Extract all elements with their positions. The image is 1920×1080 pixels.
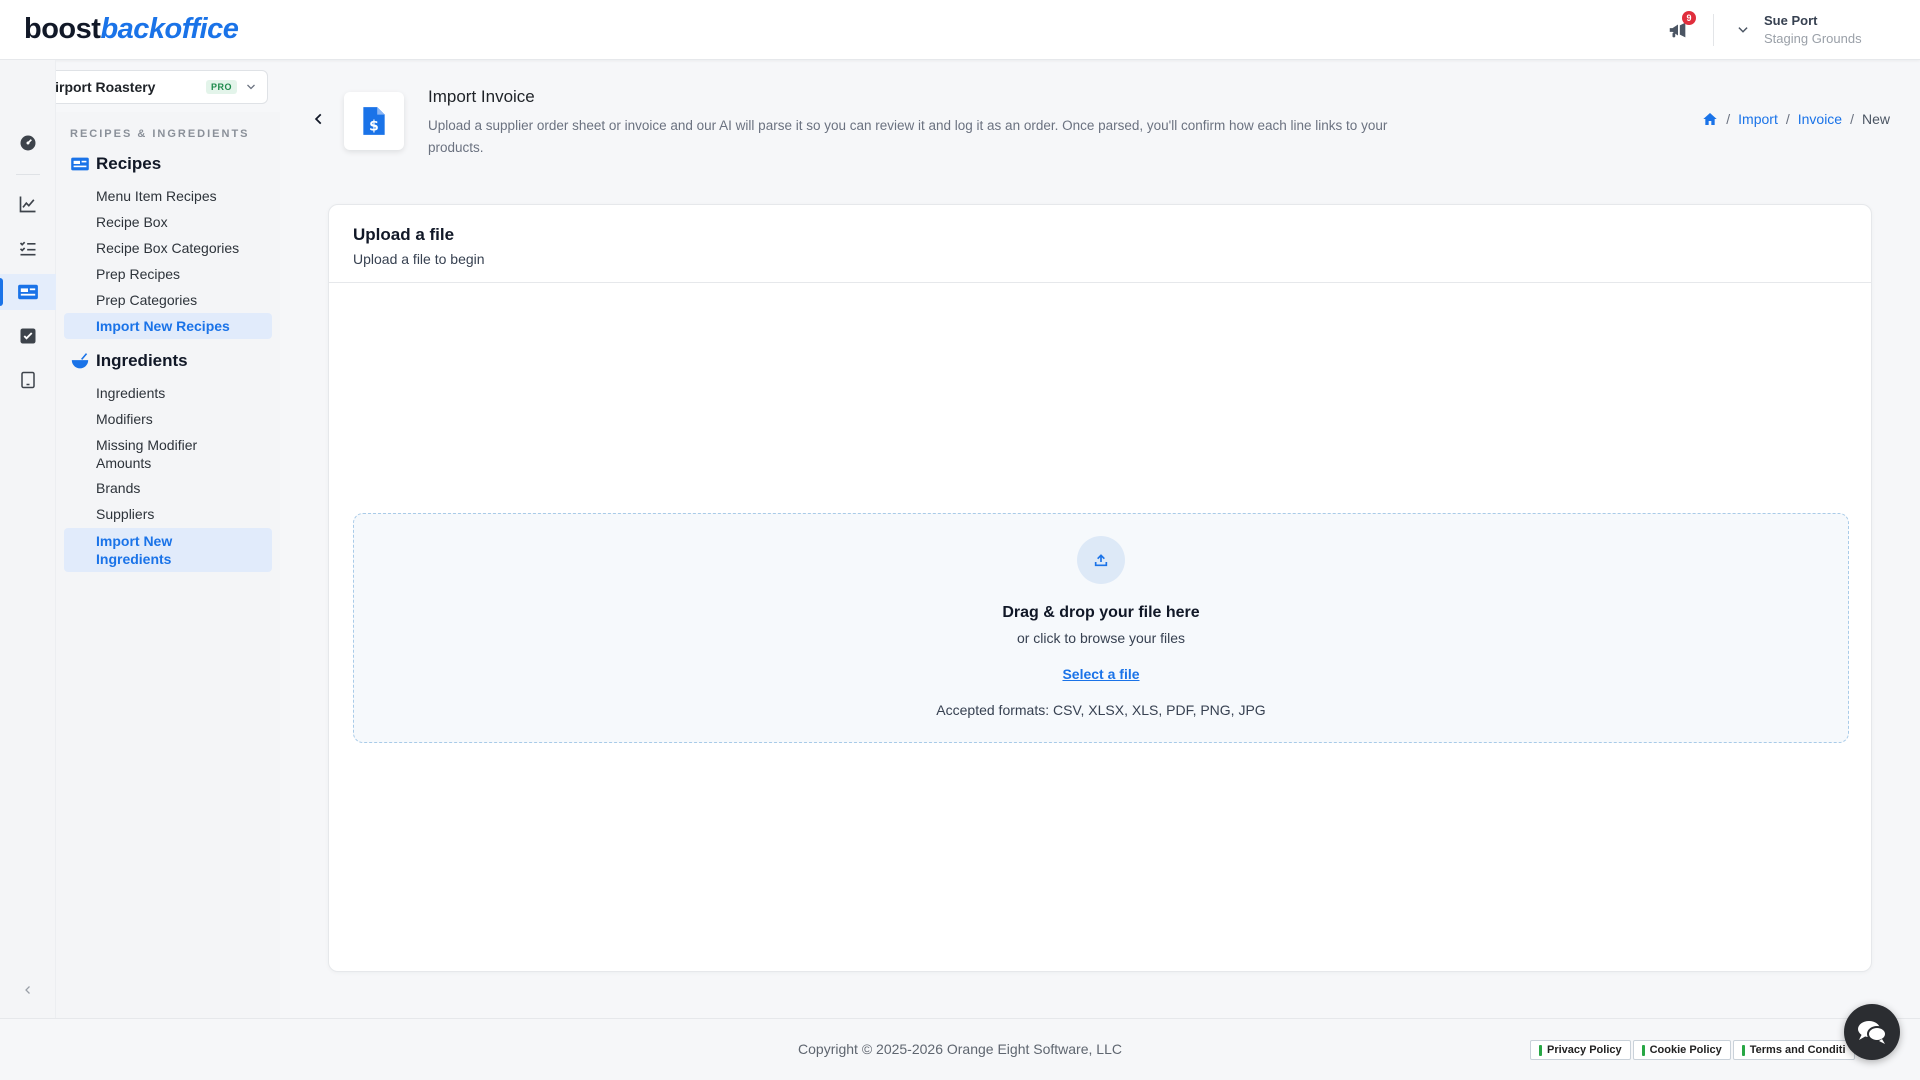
page-description: Upload a supplier order sheet or invoice… xyxy=(428,118,1388,155)
sidebar-item-prep-categories[interactable]: Prep Categories xyxy=(64,291,272,309)
dropzone-subtitle: or click to browse your files xyxy=(1016,630,1186,646)
rail-recipes[interactable] xyxy=(0,274,56,310)
section-heading: RECIPES & INGREDIENTS xyxy=(70,128,250,140)
sub-sidebar: RECIPES & INGREDIENTS Recipes Menu Item … xyxy=(56,112,280,1018)
logo-dark-text: boost xyxy=(24,13,101,45)
rail-devices[interactable] xyxy=(0,362,56,398)
card-title: Upload a file xyxy=(353,225,455,244)
recipes-card-icon xyxy=(71,157,89,171)
svg-text:$: $ xyxy=(369,119,379,135)
chevron-down-icon xyxy=(247,84,255,90)
card-subtitle: Upload a file to begin xyxy=(353,251,485,267)
file-dropzone[interactable]: Drag & drop your file here or click to b… xyxy=(353,513,1849,743)
icon-rail xyxy=(0,60,56,1018)
rail-dashboard[interactable] xyxy=(0,125,56,161)
recipes-card-icon xyxy=(18,284,38,300)
divider xyxy=(1713,13,1714,46)
logo[interactable]: boost backoffice xyxy=(24,13,239,46)
ingredients-title: Ingredients xyxy=(96,351,188,370)
select-file-link[interactable]: Select a file xyxy=(1062,666,1139,682)
checkbox-icon xyxy=(20,328,36,344)
logo-blue-text: backoffice xyxy=(100,13,239,45)
upload-card: Upload a file Upload a file to begin Dra… xyxy=(328,204,1872,972)
terms-button[interactable]: Terms and Conditi xyxy=(1732,1040,1855,1060)
bowl-icon xyxy=(71,353,89,369)
page-title: Import Invoice xyxy=(428,87,535,106)
rail-reports[interactable] xyxy=(0,186,56,222)
breadcrumb-current: New xyxy=(1861,111,1890,127)
sidebar-item-suppliers[interactable]: Suppliers xyxy=(64,505,272,523)
pro-badge: PRO xyxy=(205,80,237,94)
recipes-title: Recipes xyxy=(96,154,162,173)
ingredients-group-title: Ingredients xyxy=(70,351,188,371)
user-menu[interactable]: Sue Port Staging Grounds xyxy=(1736,13,1896,46)
user-location: Staging Grounds xyxy=(1764,31,1862,46)
tablet-icon xyxy=(21,371,35,389)
upload-icon xyxy=(1077,536,1125,584)
chat-bubbles-icon xyxy=(1858,1021,1887,1044)
accepted-formats: Accepted formats: CSV, XLSX, XLS, PDF, P… xyxy=(936,702,1266,718)
notification-badge: 9 xyxy=(1682,10,1696,25)
megaphone-icon[interactable]: 9 xyxy=(1665,10,1696,43)
sidebar-item-recipe-box-categories[interactable]: Recipe Box Categories xyxy=(64,239,272,257)
location-name: Airport Roastery xyxy=(45,79,156,95)
checklist-icon xyxy=(19,241,36,256)
rail-checklists[interactable] xyxy=(0,230,56,266)
invoice-dollar-icon: $ xyxy=(363,107,385,135)
sidebar-item-brands[interactable]: Brands xyxy=(64,479,272,497)
sidebar-item-import-new-ingredients[interactable]: Import New Ingredients xyxy=(64,528,272,572)
chevron-down-icon xyxy=(1738,26,1748,33)
breadcrumb-import[interactable]: Import xyxy=(1738,111,1778,127)
sidebar-item-missing-modifier-amounts[interactable]: Missing Modifier Amounts xyxy=(64,436,234,472)
sidebar-item-recipe-box[interactable]: Recipe Box xyxy=(64,213,272,231)
invoice-icon-tile: $ xyxy=(344,92,404,150)
sidebar-item-ingredients[interactable]: Ingredients xyxy=(64,384,272,402)
chat-button[interactable] xyxy=(1844,1004,1900,1060)
breadcrumb-invoice[interactable]: Invoice xyxy=(1798,111,1842,127)
chart-line-icon xyxy=(19,196,36,213)
dropzone-title: Drag & drop your file here xyxy=(1002,604,1200,621)
back-button[interactable] xyxy=(310,108,328,130)
sidebar-item-prep-recipes[interactable]: Prep Recipes xyxy=(64,265,272,283)
sidebar-item-import-new-recipes[interactable]: Import New Recipes xyxy=(64,313,272,339)
footer: Copyright © 2025-2026 Orange Eight Softw… xyxy=(0,1018,1920,1080)
home-icon[interactable] xyxy=(1702,111,1718,127)
user-name: Sue Port xyxy=(1764,13,1818,28)
sidebar-item-modifiers[interactable]: Modifiers xyxy=(64,410,272,428)
top-bar: boost backoffice 9 Sue Port Staging Grou… xyxy=(0,0,1920,60)
breadcrumb: / Import / Invoice / New xyxy=(1702,111,1890,127)
recipes-group-title: Recipes xyxy=(70,154,161,174)
chevron-left-icon xyxy=(25,986,30,994)
collapse-sidebar-button[interactable] xyxy=(0,972,56,1008)
dashboard-icon xyxy=(20,135,36,151)
cookie-policy-button[interactable]: Cookie Policy xyxy=(1632,1040,1731,1060)
rail-tasks[interactable] xyxy=(0,318,56,354)
privacy-policy-button[interactable]: Privacy Policy xyxy=(1530,1040,1631,1060)
chevron-left-icon xyxy=(314,113,322,125)
sidebar-item-menu-item-recipes[interactable]: Menu Item Recipes xyxy=(64,187,272,205)
